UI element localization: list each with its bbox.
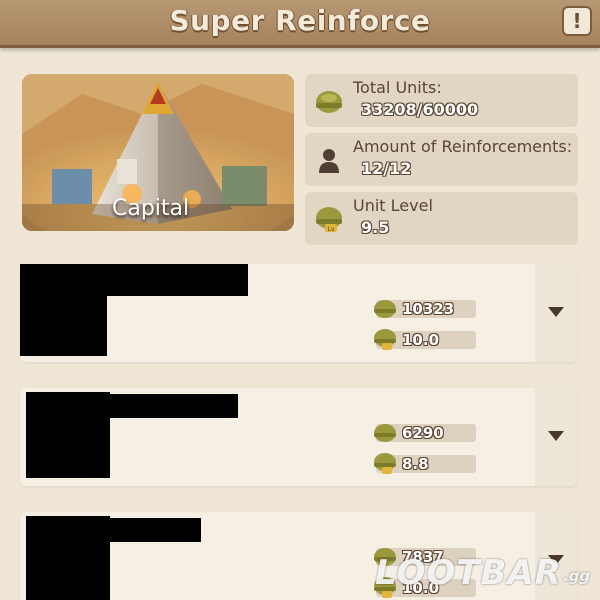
chevron-down-icon xyxy=(548,431,564,441)
stat-total-units: Total Units: 33208/60000 xyxy=(305,74,578,127)
units-pill: 6290 xyxy=(374,424,476,442)
helmet-level-icon: Lv xyxy=(316,207,342,233)
capital-card[interactable]: Capital xyxy=(22,74,294,231)
watermark-suffix: .gg xyxy=(563,567,591,585)
stat-value: 12/12 xyxy=(361,159,412,178)
watermark-logo: LOOTBAR .gg xyxy=(375,553,595,593)
capital-label: Capital xyxy=(112,196,190,221)
units-pill: 10323 xyxy=(374,300,476,318)
stat-unit-level: Lv Unit Level 9.5 xyxy=(305,192,578,245)
stat-label: Unit Level xyxy=(353,196,433,215)
info-icon: ! xyxy=(572,9,582,33)
stat-label: Total Units: xyxy=(353,78,442,97)
level-value: 10.0 xyxy=(402,331,440,349)
units-value: 6290 xyxy=(402,424,444,442)
stat-reinforcements: Amount of Reinforcements: 12/12 xyxy=(305,133,578,186)
stat-value: 33208/60000 xyxy=(361,100,479,119)
level-pill: 8.8 xyxy=(374,453,476,474)
svg-text:Lv: Lv xyxy=(328,226,335,233)
person-icon xyxy=(319,149,339,173)
units-value: 10323 xyxy=(402,300,455,318)
helmet-icon xyxy=(374,300,396,318)
redacted-avatar xyxy=(26,516,110,600)
reinforcement-row[interactable]: 10323 10.0 xyxy=(20,264,577,362)
level-value: 8.8 xyxy=(402,455,429,473)
redacted-avatar xyxy=(26,392,110,478)
helmet-icon xyxy=(374,424,396,442)
redacted-avatar xyxy=(20,264,107,356)
expand-button[interactable] xyxy=(535,388,577,486)
chevron-down-icon xyxy=(548,307,564,317)
helmet-icon xyxy=(316,91,342,113)
level-pill: 10.0 xyxy=(374,329,476,350)
reinforcement-row[interactable]: 6290 8.8 xyxy=(20,388,577,486)
info-button[interactable]: ! xyxy=(562,6,592,36)
expand-button[interactable] xyxy=(535,264,577,362)
watermark-brand: LOOTBAR xyxy=(375,553,562,593)
helmet-level-icon xyxy=(374,453,396,474)
stat-label: Amount of Reinforcements: xyxy=(353,137,573,156)
stat-value: 9.5 xyxy=(361,218,390,237)
header-bar: Super Reinforce ! xyxy=(0,0,600,48)
helmet-level-icon xyxy=(374,329,396,350)
page-title: Super Reinforce xyxy=(169,4,431,37)
